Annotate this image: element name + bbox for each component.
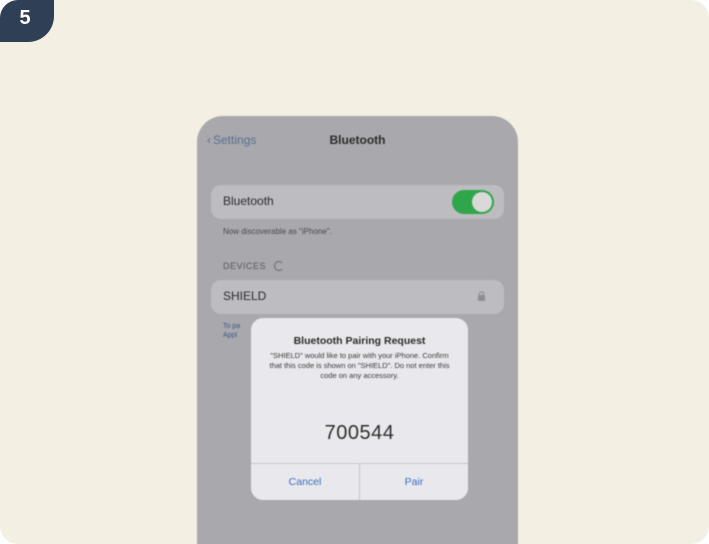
device-row-shield[interactable]: SHIELD	[211, 280, 504, 314]
pairing-code: 700544	[324, 422, 395, 444]
spinner-icon	[274, 261, 285, 271]
phone-screenshot: ‹ Settings Bluetooth Bluetooth Now disco…	[197, 116, 518, 544]
lock-icon	[478, 291, 485, 301]
side-note-line2: Appl	[223, 332, 238, 339]
step-badge: 5	[0, 0, 54, 42]
device-name: SHIELD	[223, 289, 267, 303]
devices-header-label: DEVICES	[223, 261, 267, 271]
devices-section-header: DEVICES	[223, 261, 285, 271]
discoverable-footnote: Now discoverable as "iPhone".	[223, 227, 332, 236]
bluetooth-toggle[interactable]	[452, 190, 494, 214]
instruction-card: 5 ‹ Settings Bluetooth Bluetooth Now dis…	[0, 0, 709, 544]
nav-bar: ‹ Settings Bluetooth	[197, 128, 518, 154]
dialog-title: Bluetooth Pairing Request	[293, 335, 426, 347]
side-note-line1: To pa	[223, 323, 241, 330]
dialog-message: "SHIELD" would like to pair with your iP…	[269, 351, 450, 380]
pair-button[interactable]: Pair	[360, 464, 468, 500]
cancel-button[interactable]: Cancel	[251, 464, 359, 500]
bluetooth-label: Bluetooth	[223, 194, 274, 208]
toggle-knob	[472, 192, 492, 212]
pairing-request-dialog: Bluetooth Pairing Request "SHIELD" would…	[251, 318, 468, 500]
bluetooth-row: Bluetooth	[211, 185, 504, 219]
status-bar	[197, 116, 518, 126]
page-title: Bluetooth	[329, 133, 386, 147]
step-number: 5	[19, 6, 31, 29]
side-note: To pa Appl	[223, 322, 240, 340]
